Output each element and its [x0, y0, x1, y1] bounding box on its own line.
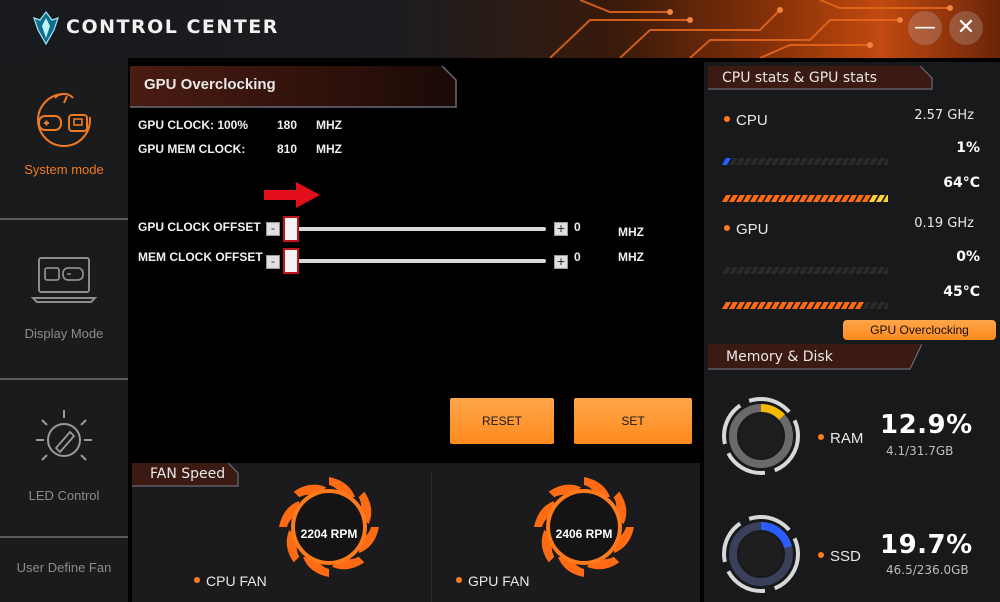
set-button[interactable]: SET	[574, 398, 692, 444]
gpu-temperature: 45°C	[943, 284, 980, 300]
sidebar-item-label: LED Control	[28, 488, 100, 503]
sidebar-item-label: Display Mode	[24, 326, 104, 341]
gpu-temp-bar	[722, 302, 888, 309]
gpu-mem-clock-unit: MHZ	[316, 142, 342, 156]
mem-clock-offset-value: 0	[574, 250, 581, 264]
bullet-dot-icon	[818, 552, 824, 559]
laptop-display-icon	[31, 257, 97, 303]
mem-clock-offset-slider-track[interactable]	[284, 259, 546, 263]
gpu-clock-label: GPU CLOCK: 100%	[138, 118, 249, 132]
gpu-clock-offset-slider-track[interactable]	[284, 227, 546, 231]
bullet-dot-icon	[818, 434, 824, 441]
sidebar-item-user-define-fan[interactable]: User Define Fan	[0, 560, 128, 575]
gpu-clock-offset-unit: MHZ	[618, 225, 644, 239]
gpu-clock-value: 180	[277, 118, 298, 132]
sidebar-item-label: System mode	[24, 162, 104, 177]
cpu-fan-label: CPU FAN	[194, 573, 267, 589]
minimize-button[interactable]: —	[908, 11, 942, 45]
led-bulb-icon	[36, 410, 92, 461]
ssd-size: 46.5/236.0GB	[886, 563, 969, 577]
gpu-overclocking-badge[interactable]: GPU Overclocking	[843, 320, 996, 340]
gpu-fan-label: GPU FAN	[456, 573, 529, 589]
mem-clock-offset-increment-button[interactable]: +	[554, 255, 568, 269]
cpu-temp-bar	[722, 195, 888, 202]
gpu-clock-offset-label: GPU CLOCK OFFSET	[138, 220, 261, 234]
gpu-mem-clock-label: GPU MEM CLOCK:	[138, 142, 246, 156]
cpu-usage-bar	[722, 158, 888, 165]
app-title: CONTROL CENTER	[66, 16, 279, 38]
cpu-frequency: 2.57 GHz	[914, 108, 974, 123]
gpu-usage-bar-segments	[722, 267, 888, 274]
stats-panel-title: CPU stats & GPU stats	[722, 70, 878, 86]
bullet-dot-icon	[194, 577, 200, 584]
cpu-stat-label: CPU	[724, 112, 768, 129]
app-logo-icon	[33, 11, 59, 46]
gpu-panel-title: GPU Overclocking	[144, 76, 276, 93]
cpu-usage: 1%	[956, 140, 980, 156]
sidebar-item-system-mode[interactable]: System mode	[0, 84, 128, 177]
gpu-clock-offset-value: 0	[574, 220, 581, 234]
sidebar-divider	[0, 218, 128, 220]
cpu-temp-bar-segments	[722, 195, 888, 202]
gpu-clock-offset-decrement-button[interactable]: -	[266, 222, 280, 236]
bullet-dot-icon	[724, 225, 730, 232]
ram-label: RAM	[818, 430, 863, 447]
sidebar-divider	[0, 536, 128, 538]
cpu-fan-rpm: 2204 RPM	[300, 527, 358, 541]
sidebar-item-display-mode[interactable]: Display Mode	[0, 254, 128, 341]
gamepad-gauge-icon	[37, 92, 91, 147]
gpu-usage-bar	[722, 267, 888, 274]
fan-panel-title: FAN Speed	[150, 466, 226, 482]
bullet-dot-icon	[724, 116, 730, 123]
ssd-gauge-icon	[722, 515, 800, 593]
gpu-clock-offset-increment-button[interactable]: +	[554, 222, 568, 236]
cpu-usage-bar-segments	[722, 158, 888, 165]
reset-button[interactable]: RESET	[450, 398, 554, 444]
close-icon: ✕	[956, 15, 976, 40]
sidebar-item-label: User Define Fan	[16, 560, 112, 575]
minimize-icon: —	[914, 15, 936, 40]
gpu-temp-bar-segments	[722, 302, 888, 309]
ram-gauge-icon	[722, 397, 800, 475]
sidebar-divider	[0, 378, 128, 380]
gpu-clock-unit: MHZ	[316, 118, 342, 132]
ssd-percent: 19.7%	[880, 530, 973, 560]
gpu-frequency: 0.19 GHz	[914, 216, 974, 231]
sidebar: System mode Display Mode LED Control Use…	[0, 58, 128, 602]
ram-percent: 12.9%	[880, 410, 973, 440]
mem-clock-offset-decrement-button[interactable]: -	[266, 255, 280, 269]
mem-clock-offset-label: MEM CLOCK OFFSET	[138, 250, 263, 264]
fan-divider	[431, 473, 432, 602]
sidebar-item-led-control[interactable]: LED Control	[0, 406, 128, 503]
gpu-clock-offset-slider-thumb[interactable]	[283, 216, 299, 242]
ram-size: 4.1/31.7GB	[886, 444, 954, 458]
bullet-dot-icon	[456, 577, 462, 584]
memory-panel-title: Memory & Disk	[726, 349, 833, 365]
close-button[interactable]: ✕	[949, 11, 983, 45]
ssd-label: SSD	[818, 548, 861, 565]
gpu-mem-clock-value: 810	[277, 142, 298, 156]
gpu-stat-label: GPU	[724, 221, 769, 238]
red-arrow-icon	[264, 182, 320, 208]
gpu-usage: 0%	[956, 249, 980, 265]
gpu-fan-rpm: 2406 RPM	[555, 527, 613, 541]
mem-clock-offset-slider-thumb[interactable]	[283, 248, 299, 274]
title-bar: CONTROL CENTER — ✕	[0, 0, 1000, 58]
mem-clock-offset-unit: MHZ	[618, 250, 644, 264]
cpu-temperature: 64°C	[943, 175, 980, 191]
